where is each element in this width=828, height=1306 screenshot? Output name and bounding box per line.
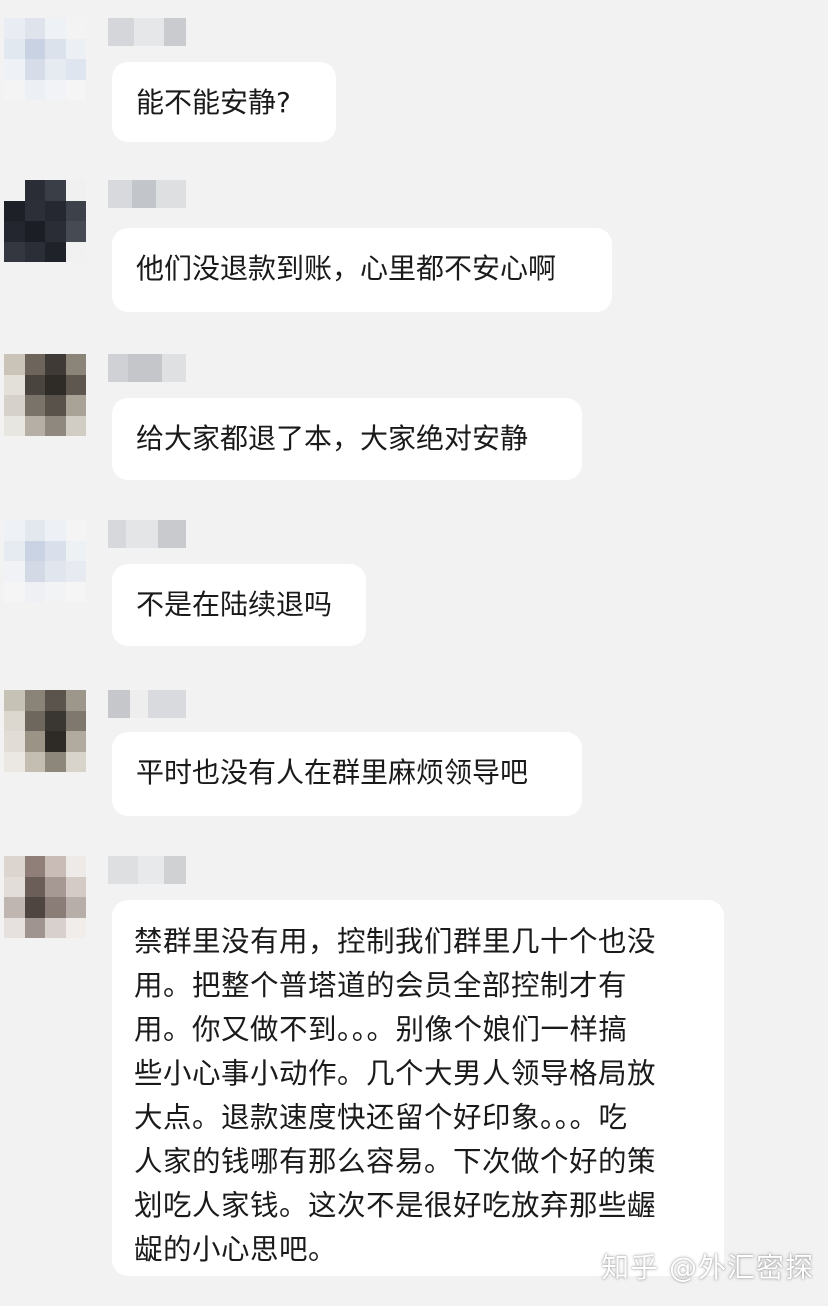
avatar[interactable] bbox=[4, 18, 86, 100]
message-bubble: 给大家都退了本，大家绝对安静 bbox=[112, 398, 582, 480]
avatar[interactable] bbox=[4, 520, 86, 602]
message-bubble: 能不能安静? bbox=[112, 62, 336, 142]
message-bubble: 平时也没有人在群里麻烦领导吧 bbox=[112, 732, 582, 816]
sender-name bbox=[108, 180, 186, 208]
sender-name bbox=[108, 18, 186, 46]
watermark: 知乎 @外汇密探 bbox=[601, 1251, 814, 1284]
message-bubble: 不是在陆续退吗 bbox=[112, 564, 366, 646]
avatar[interactable] bbox=[4, 354, 86, 436]
sender-name bbox=[108, 520, 186, 548]
avatar[interactable] bbox=[4, 180, 86, 262]
avatar[interactable] bbox=[4, 856, 86, 938]
sender-name bbox=[108, 690, 186, 718]
sender-name bbox=[108, 856, 186, 884]
message-bubble: 他们没退款到账，心里都不安心啊 bbox=[112, 228, 612, 312]
chat-view: 能不能安静? 他们没退款到账，心里都不安心啊 给大家都退了本，大家绝对安静 不是… bbox=[0, 0, 828, 1306]
message-bubble: 禁群里没有用，控制我们群里几十个也没 用。把整个普塔道的会员全部控制才有 用。你… bbox=[112, 900, 724, 1276]
avatar[interactable] bbox=[4, 690, 86, 772]
sender-name bbox=[108, 354, 186, 382]
